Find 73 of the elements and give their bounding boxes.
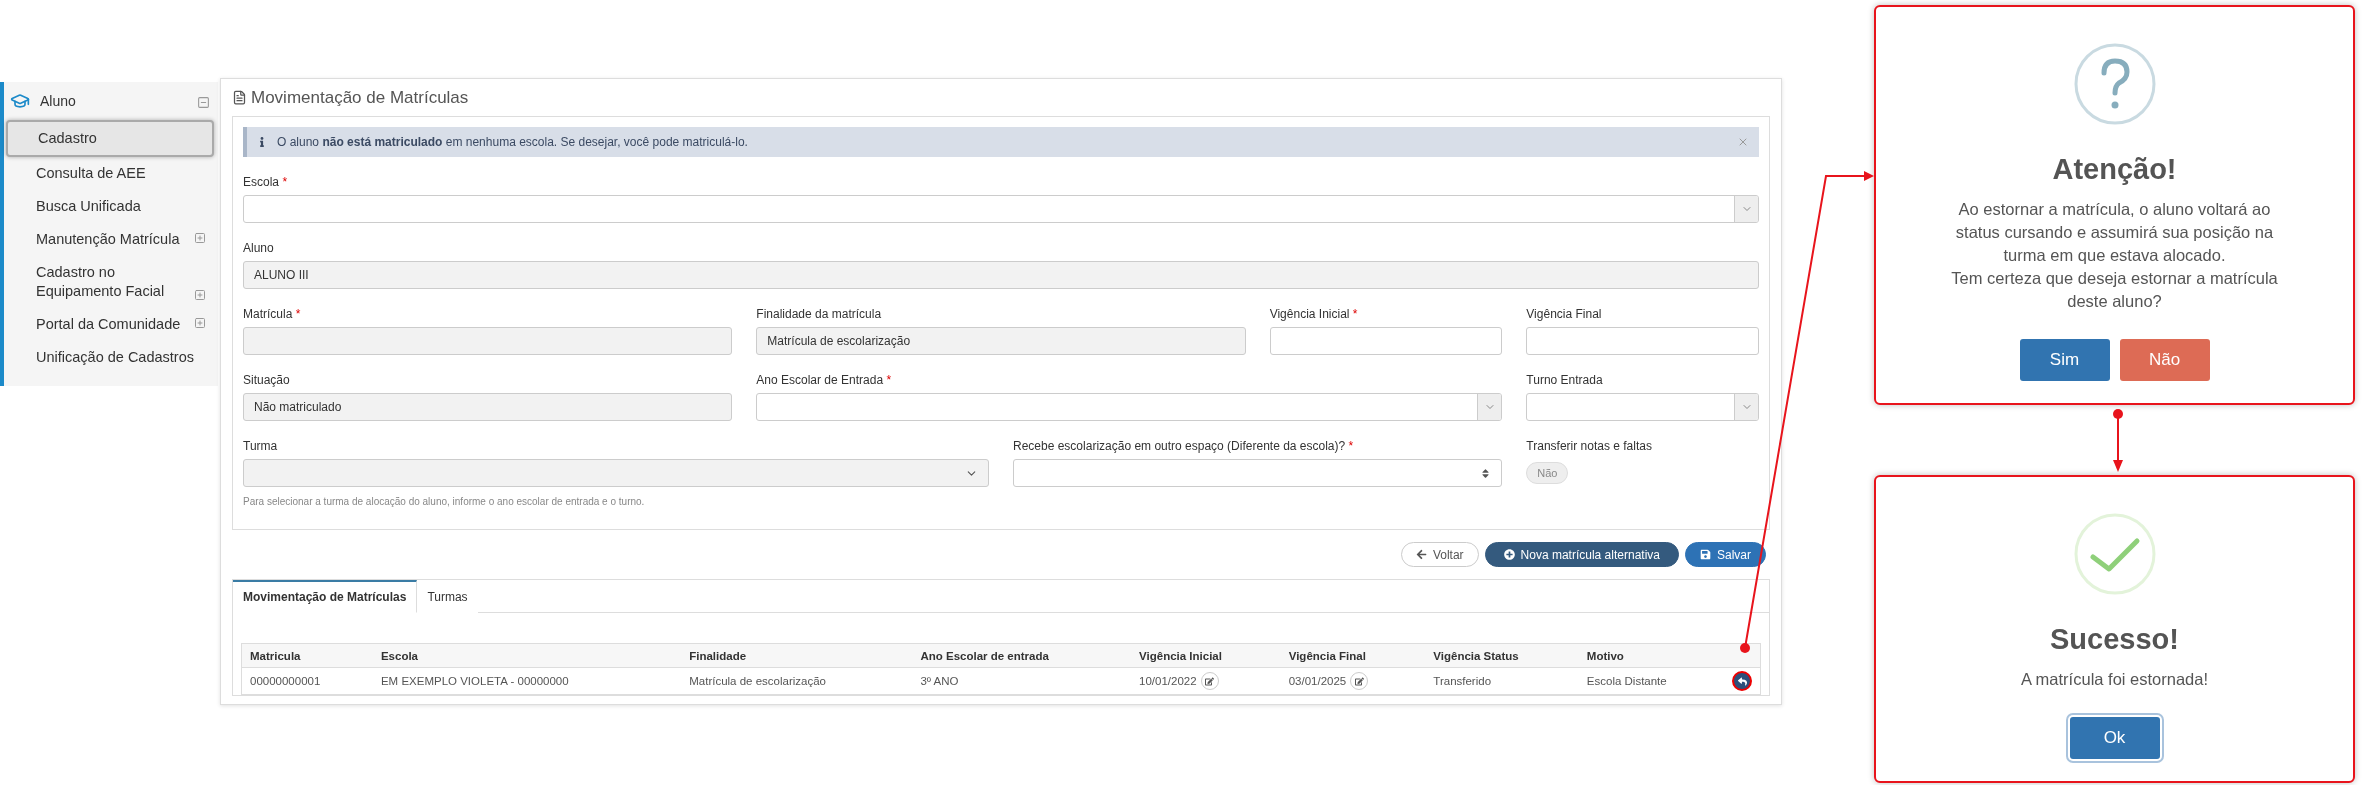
field-label: Situação (243, 373, 291, 388)
sidebar-section-title[interactable]: Aluno (40, 93, 187, 109)
sidebar-item[interactable]: Manutenção Matrícula (6, 223, 214, 256)
column-header: Escola (372, 643, 682, 668)
undo-button[interactable] (1732, 671, 1752, 691)
sidebar-item[interactable]: Consulta de AEE (6, 157, 214, 190)
confirm-button[interactable]: Sim (2019, 339, 2110, 381)
column-header: Matricula (241, 643, 373, 668)
sidebar-item[interactable]: Portal da Comunidade (6, 308, 214, 341)
tab[interactable]: Movimentação de Matrículas (233, 580, 418, 613)
dialog-title: Sucesso! (2050, 623, 2179, 656)
column-header: Vigência Status (1425, 643, 1579, 668)
table-cell: Transferido (1433, 675, 1492, 687)
field-label: Escola * (243, 175, 289, 190)
back-button[interactable]: Voltar (1400, 542, 1479, 567)
save-button[interactable]: Salvar (1685, 542, 1766, 567)
dialog-message: A matrícula foi estornada! (2020, 669, 2209, 690)
field-label: Vigência Final (1526, 307, 1603, 322)
table-cell: EM EXEMPLO VIOLETA - 00000000 (380, 675, 569, 687)
reply-arrow-icon (1737, 676, 1747, 686)
page-title: Movimentação de Matrículas (251, 87, 469, 108)
field-label: Aluno (243, 241, 275, 256)
sidebar-item[interactable]: Busca Unificada (6, 190, 214, 223)
column-header: Finalidade (681, 643, 913, 668)
sidebar-item[interactable]: Cadastro no Equipamento Facial (6, 256, 214, 308)
field-label: Vigência Inicial * (1269, 307, 1359, 322)
input-field[interactable] (1269, 327, 1503, 355)
document-icon (232, 90, 247, 105)
dialog-message: Tem certeza que deseja estornar a matrícula deste aluno? (1950, 268, 2279, 312)
expand-icon[interactable] (194, 315, 206, 329)
graduation-cap-icon (10, 91, 30, 111)
field-label: Turma (243, 439, 279, 454)
sidebar-item[interactable]: Cadastro (6, 120, 214, 157)
column-header: Vigência Final (1280, 643, 1426, 668)
table-cell: 10/01/2022 (1139, 675, 1197, 687)
edit-button[interactable] (1350, 672, 1369, 690)
select-field[interactable] (243, 195, 1759, 223)
dialog-title: Atenção! (2052, 153, 2177, 186)
annotation-arrow (2113, 409, 2123, 472)
expand-icon[interactable] (194, 287, 206, 301)
select-field[interactable] (756, 393, 1503, 421)
sort-arrows-icon (1480, 467, 1492, 479)
arrow-left-icon (1415, 549, 1427, 560)
field-label: Finalidade da matrícula (756, 307, 883, 322)
field-label: Ano Escolar de Entrada * (756, 373, 893, 388)
field-label: Transferir notas e faltas (1526, 439, 1653, 454)
column-header: Vigência Inicial (1131, 643, 1281, 668)
table-cell: 00000000001 (250, 675, 321, 687)
field-label: Matrícula * (243, 307, 302, 322)
column-header: Motivo (1578, 643, 1724, 668)
table-cell: Escola Distante (1586, 675, 1667, 687)
select-field[interactable] (1013, 459, 1503, 487)
sidebar-item[interactable]: Unificação de Cadastros (6, 341, 214, 374)
select-field[interactable] (1526, 393, 1759, 421)
table-cell: Matrícula de escolarização (689, 675, 826, 687)
edit-button[interactable] (1200, 672, 1219, 690)
help-text: Para selecionar a turma de alocação do aluno, informe o ano escolar de entrada e o turno. (243, 496, 646, 507)
table-cell: 03/01/2025 (1288, 675, 1347, 687)
input-field[interactable] (1526, 327, 1759, 355)
alert-text: O aluno não está matriculado em nenhuma escola. Se desejar, você pode matriculá-lo. (277, 135, 749, 149)
question-mark-icon (2073, 43, 2156, 125)
edit-icon (1205, 676, 1215, 686)
add-button[interactable]: Nova matrícula alternativa (1484, 542, 1679, 567)
info-icon (257, 137, 267, 147)
field-label: Turno Entrada (1526, 373, 1604, 388)
dialog-message: Ao estornar a matrícula, o aluno voltará ao status cursando e assumirá sua posição na turma em que estava alocado. (1954, 199, 2275, 266)
field-label: Recebe escolarização em outro espaço (Diferente da escola)? * (1013, 439, 1355, 454)
table-cell: 3º ANO (920, 675, 959, 687)
checkmark-icon (2073, 513, 2156, 595)
column-header: Ano Escolar de entrada (912, 643, 1132, 668)
close-icon[interactable] (1737, 136, 1749, 148)
expand-icon[interactable] (194, 230, 206, 244)
edit-icon (1354, 676, 1364, 686)
